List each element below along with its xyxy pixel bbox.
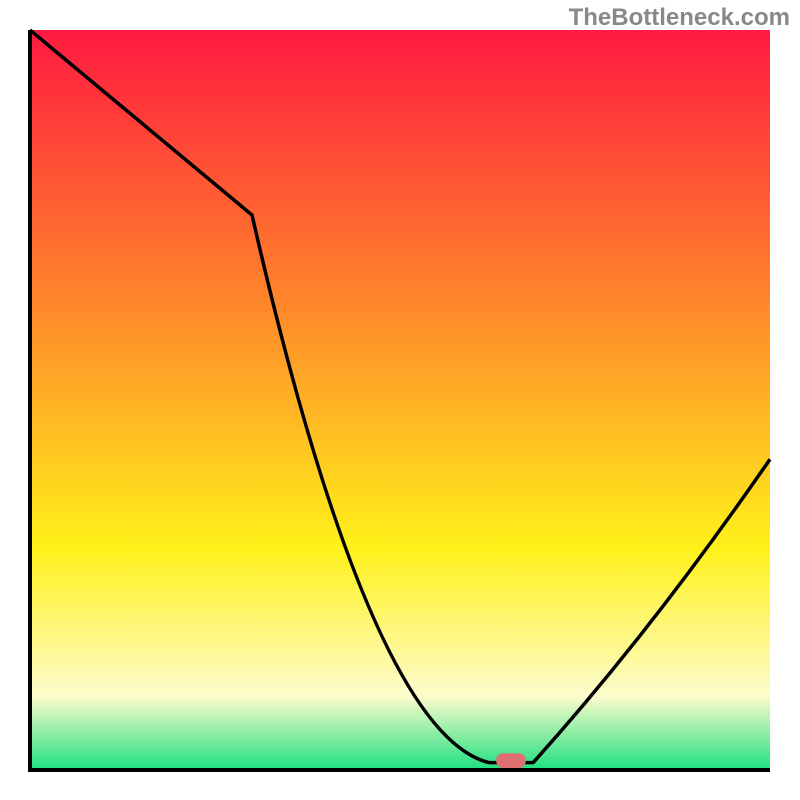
- bottleneck-chart: [0, 0, 800, 800]
- gradient-background: [30, 30, 770, 770]
- watermark-text: TheBottleneck.com: [569, 4, 790, 32]
- chart-container: TheBottleneck.com: [0, 0, 800, 800]
- optimum-marker: [496, 753, 526, 768]
